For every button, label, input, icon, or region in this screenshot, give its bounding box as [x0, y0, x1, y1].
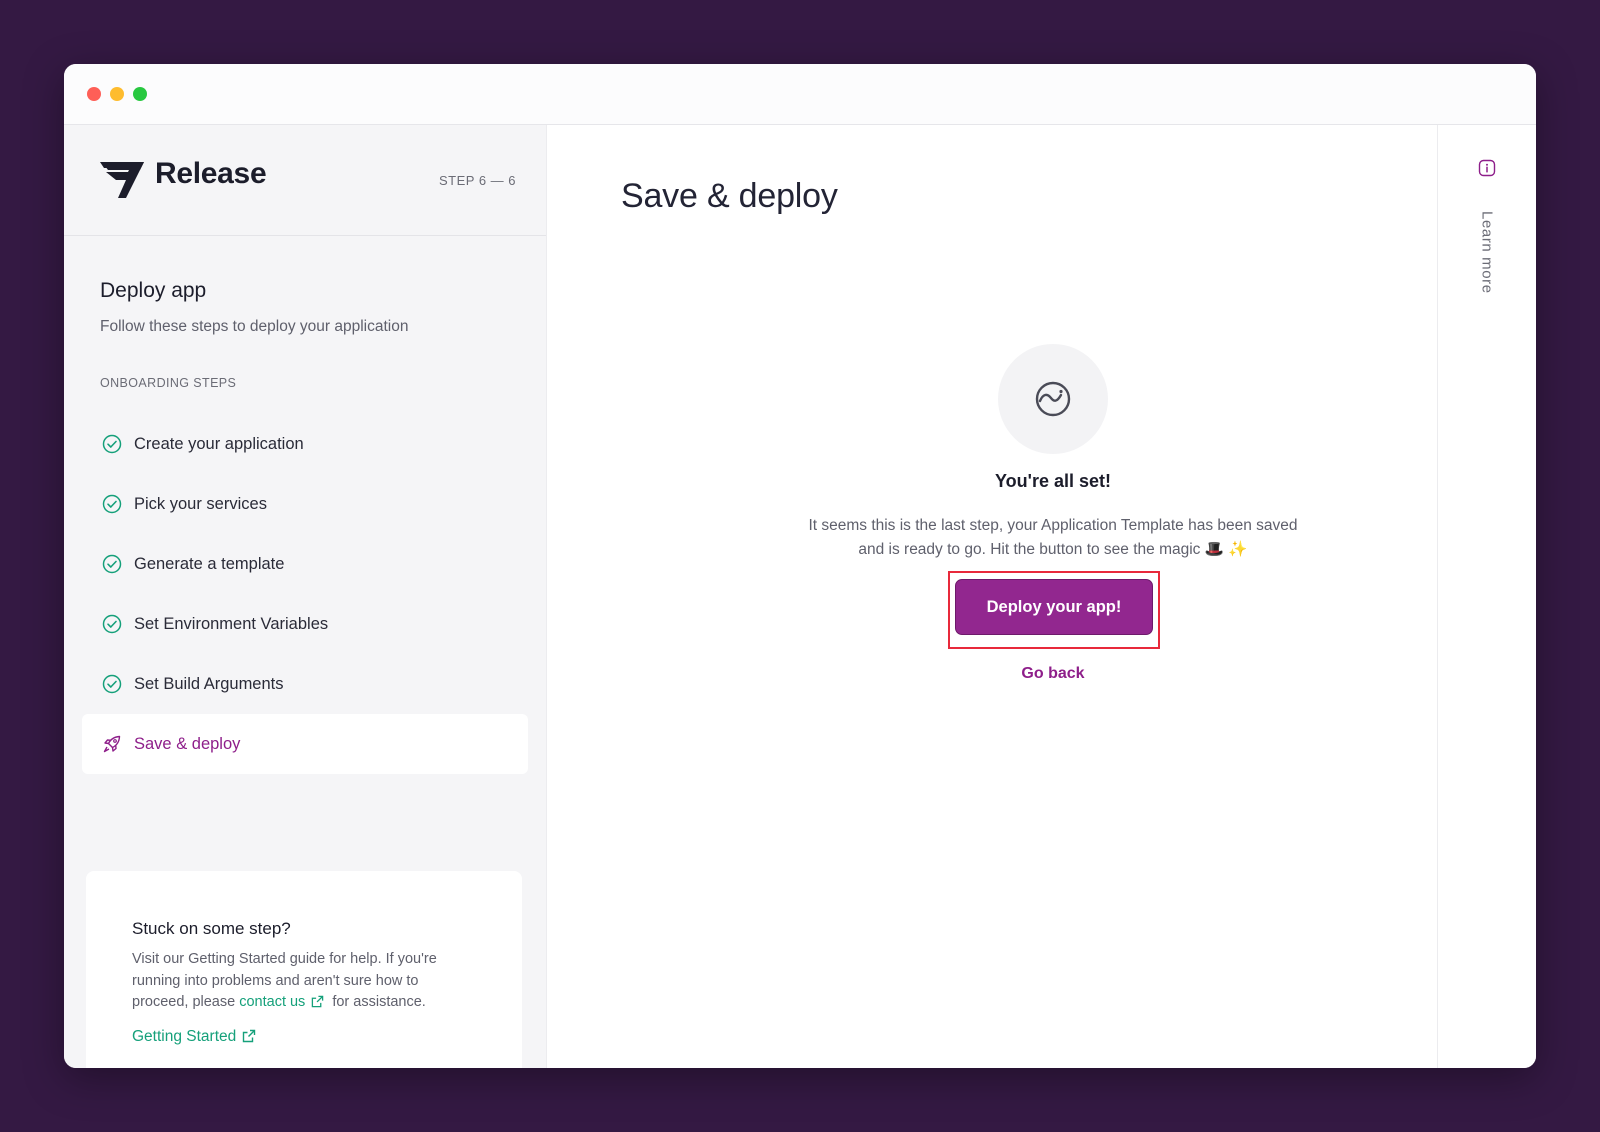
app-window: Release STEP 6 — 6 Deploy app Follow the… [64, 64, 1536, 1068]
step-generate-template[interactable]: Generate a template [82, 534, 528, 594]
step-pick-services[interactable]: Pick your services [82, 474, 528, 534]
empty-state-illustration [998, 344, 1108, 454]
page-title: Save & deploy [621, 177, 838, 215]
maximize-window-button[interactable] [133, 87, 147, 101]
window-titlebar [64, 64, 1536, 125]
help-card-text-end: for assistance. [332, 994, 426, 1010]
sidebar-header: Release STEP 6 — 6 [64, 125, 546, 236]
external-link-icon [243, 1029, 256, 1043]
learn-more-label[interactable]: Learn more [1479, 211, 1496, 294]
chart-wave-icon [1035, 381, 1071, 417]
success-description: It seems this is the last step, your App… [808, 517, 1298, 558]
go-back-link[interactable]: Go back [547, 665, 1536, 683]
getting-started-link-label: Getting Started [132, 1028, 237, 1045]
step-label: Pick your services [134, 494, 267, 513]
check-circle-icon [102, 554, 122, 574]
success-heading: You're all set! [995, 471, 1111, 491]
step-indicator: STEP 6 — 6 [438, 173, 516, 188]
sidebar: Release STEP 6 — 6 Deploy app Follow the… [64, 125, 547, 1068]
step-build-arguments[interactable]: Set Build Arguments [82, 654, 528, 714]
check-circle-icon [102, 494, 122, 514]
release-logo-icon [100, 162, 144, 198]
help-card-body: Visit our Getting Started guide for help… [132, 949, 462, 1014]
step-label: Set Environment Variables [134, 614, 329, 633]
step-environment-variables[interactable]: Set Environment Variables [82, 594, 528, 654]
sidebar-subtitle: Follow these steps to deploy your applic… [100, 318, 409, 335]
main-content: Save & deploy You're all set! It seems t… [547, 125, 1436, 1068]
learn-more-rail[interactable]: Learn more [1437, 125, 1536, 1068]
close-window-button[interactable] [87, 87, 101, 101]
check-circle-icon [102, 614, 122, 634]
help-card-title: Stuck on some step? [132, 919, 291, 938]
step-label: Save & deploy [134, 734, 241, 753]
sidebar-title: Deploy app [100, 279, 207, 302]
step-label: Generate a template [134, 554, 285, 573]
minimize-window-button[interactable] [110, 87, 124, 101]
step-label: Create your application [134, 434, 304, 453]
step-label: Set Build Arguments [134, 674, 284, 693]
app-logo-text[interactable]: Release [155, 157, 267, 191]
step-create-application[interactable]: Create your application [82, 414, 528, 474]
contact-us-link[interactable]: contact us [239, 994, 328, 1010]
rocket-icon [102, 734, 122, 754]
contact-us-link-label: contact us [239, 994, 306, 1010]
check-circle-icon [102, 674, 122, 694]
step-save-deploy[interactable]: Save & deploy [82, 714, 528, 774]
onboarding-steps-list: Create your application Pick your servic… [82, 414, 528, 774]
deploy-app-button[interactable]: Deploy your app! [955, 579, 1153, 635]
external-link-icon [312, 995, 324, 1008]
getting-started-link[interactable]: Getting Started [132, 1028, 260, 1046]
help-card: Stuck on some step? Visit our Getting St… [86, 871, 522, 1068]
info-icon[interactable] [1478, 159, 1496, 177]
check-circle-icon [102, 434, 122, 454]
onboarding-steps-heading: ONBOARDING STEPS [100, 376, 237, 390]
